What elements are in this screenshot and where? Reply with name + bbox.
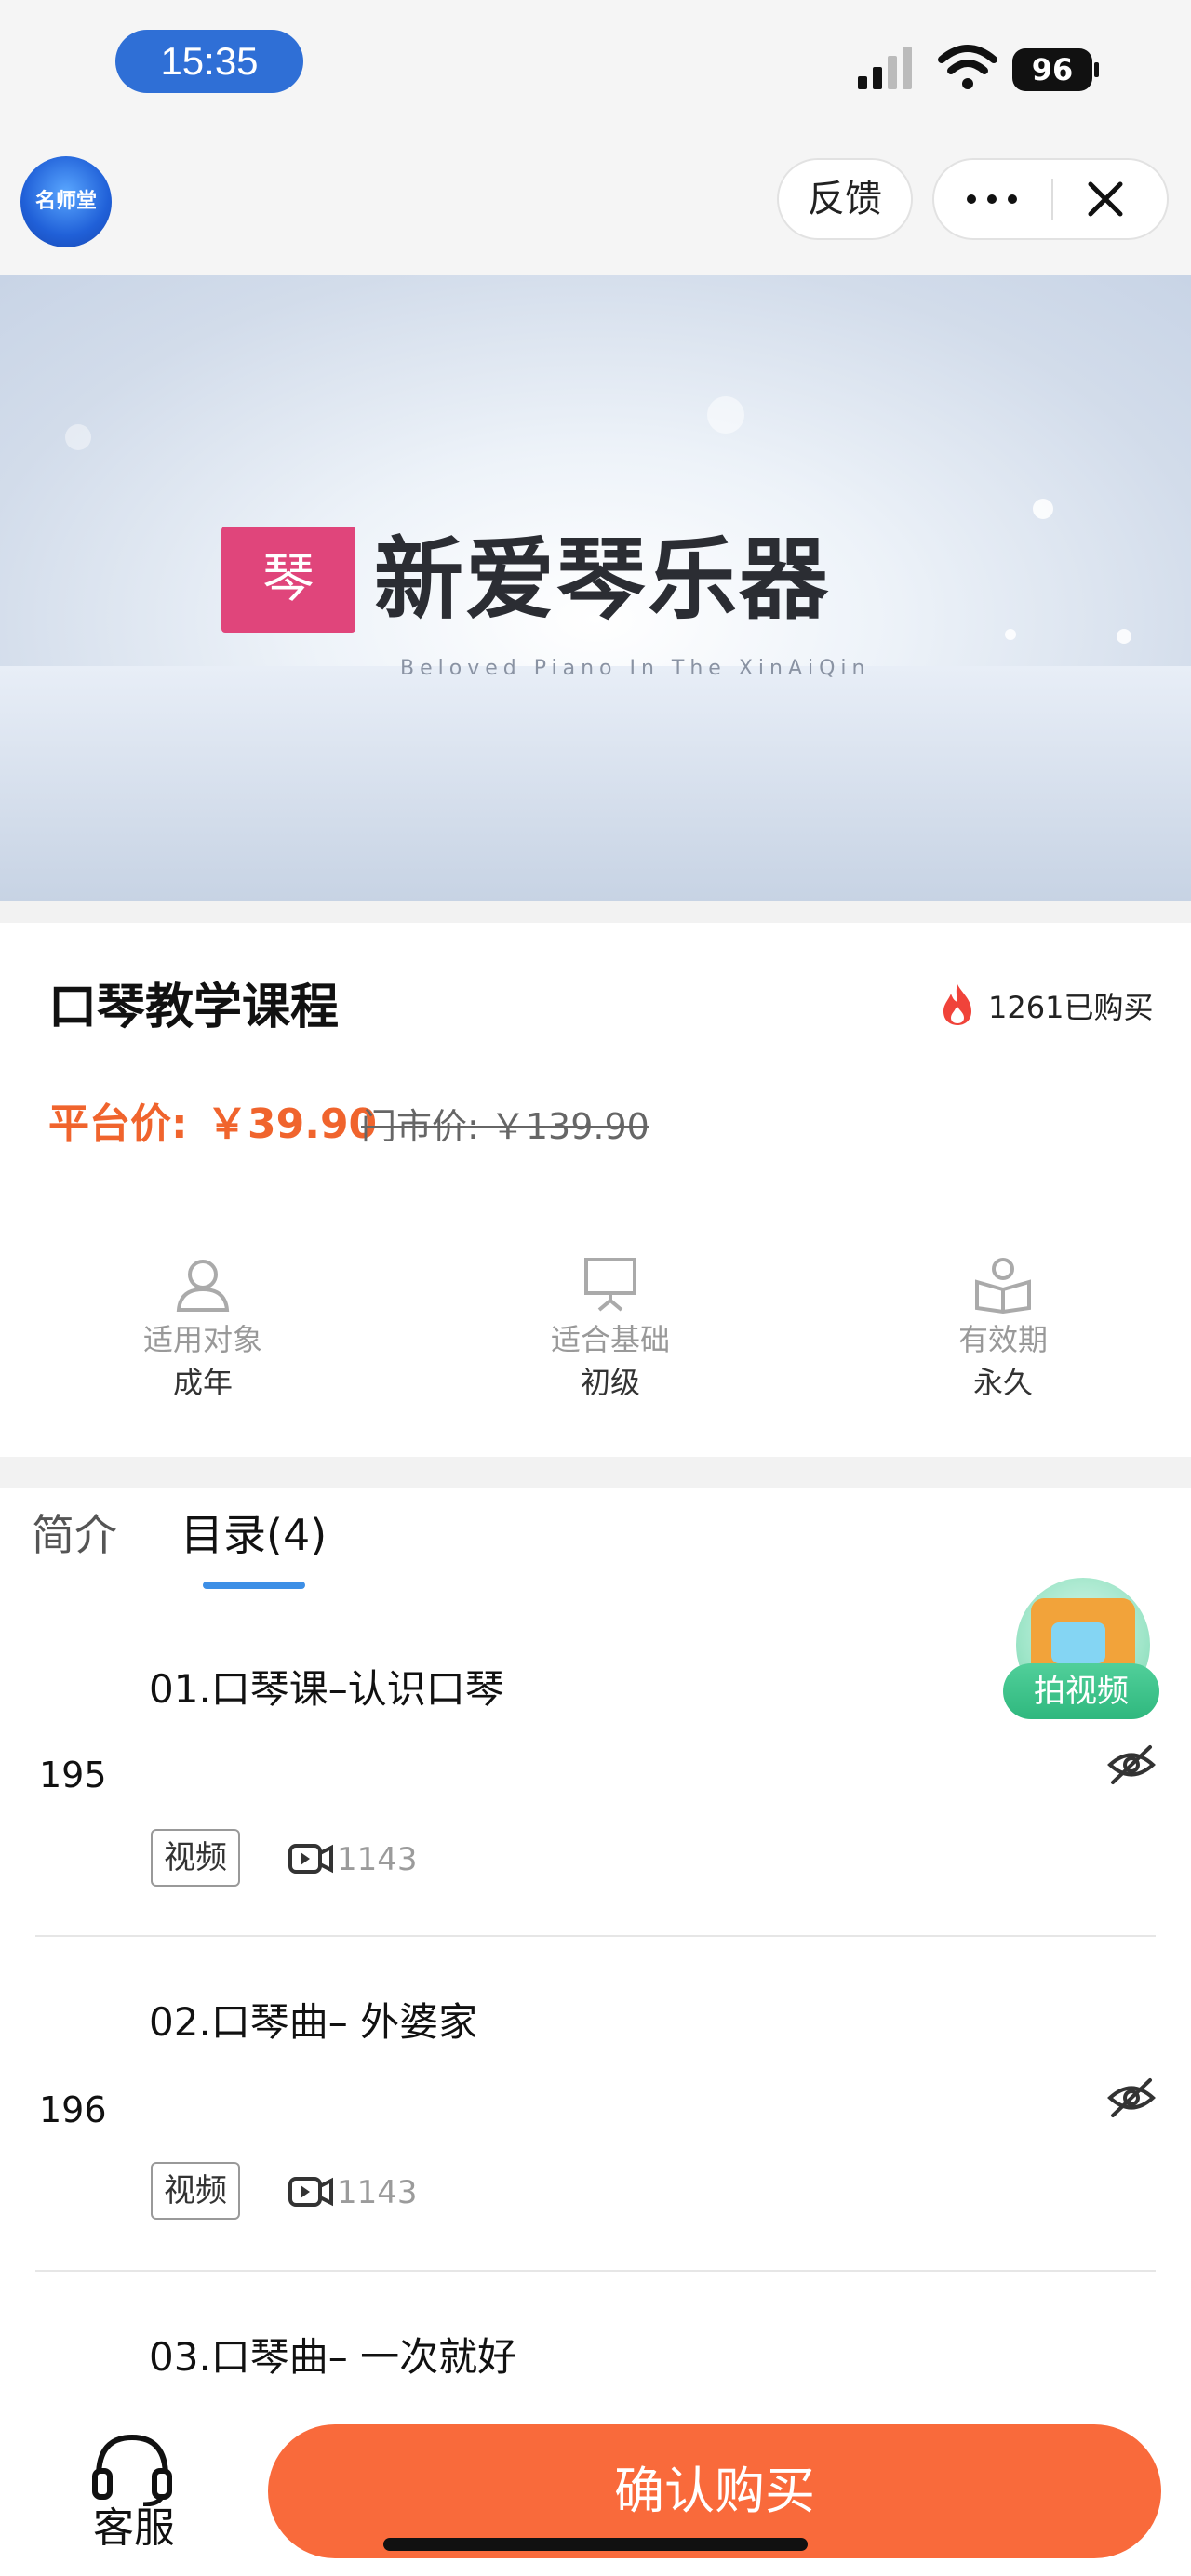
info-level: 适合基础 初级 bbox=[471, 1254, 750, 1405]
sparkle bbox=[1117, 629, 1131, 644]
lesson-number: 196 bbox=[39, 2089, 107, 2130]
lesson-divider bbox=[35, 1935, 1156, 1937]
more-icon[interactable] bbox=[962, 184, 1022, 214]
video-count: 1143 bbox=[337, 2174, 418, 2211]
section-separator bbox=[0, 1457, 1191, 1488]
info-label: 有效期 bbox=[957, 1322, 1048, 1357]
course-title: 口琴教学课程 bbox=[48, 980, 340, 1035]
info-validity: 有效期 永久 bbox=[863, 1254, 1143, 1405]
banner-subtitle: Beloved Piano In The XinAiQin bbox=[400, 657, 871, 680]
info-value: 初级 bbox=[580, 1365, 640, 1400]
banner-brand-logo: 琴 bbox=[221, 527, 355, 633]
wifi-icon bbox=[938, 45, 997, 89]
banner-floor bbox=[0, 666, 1191, 901]
eye-off-icon[interactable] bbox=[1107, 1743, 1156, 1786]
sparkle bbox=[65, 424, 91, 450]
sparkle bbox=[707, 396, 744, 434]
feedback-button[interactable]: 反馈 bbox=[777, 158, 913, 240]
eye-off-icon[interactable] bbox=[1107, 2076, 1156, 2119]
info-value: 成年 bbox=[172, 1365, 233, 1400]
capsule-menu bbox=[932, 158, 1169, 240]
banner-title: 新爱琴乐器 bbox=[374, 527, 830, 632]
lesson-type-tag: 视频 bbox=[151, 2162, 240, 2220]
battery-indicator: 96 bbox=[1012, 48, 1100, 91]
lesson-divider bbox=[35, 2270, 1156, 2272]
info-label: 适用对象 bbox=[142, 1322, 262, 1357]
tab-catalog[interactable]: 目录(4) bbox=[181, 1500, 327, 1570]
section-separator bbox=[0, 901, 1191, 923]
info-label: 适合基础 bbox=[550, 1322, 670, 1357]
lesson-title[interactable]: 01.口琴课–认识口琴 bbox=[149, 1662, 504, 1717]
capsule-divider bbox=[1051, 179, 1053, 220]
video-count: 1143 bbox=[337, 1841, 418, 1878]
battery-level: 96 bbox=[1012, 48, 1092, 91]
lesson-title[interactable]: 02.口琴曲– 外婆家 bbox=[149, 1995, 477, 2050]
person-icon bbox=[176, 1260, 230, 1312]
video-count-icon bbox=[288, 2177, 333, 2207]
home-indicator bbox=[383, 2538, 808, 2551]
lesson-title[interactable]: 03.口琴曲– 一次就好 bbox=[149, 2329, 516, 2385]
battery-cap bbox=[1094, 62, 1099, 77]
status-time: 15:35 bbox=[115, 30, 303, 93]
tab-intro[interactable]: 简介 bbox=[32, 1500, 117, 1570]
course-banner[interactable]: 琴 新爱琴乐器 Beloved Piano In The XinAiQin bbox=[0, 275, 1191, 901]
sparkle bbox=[1033, 499, 1053, 519]
price-value: ￥39.90 bbox=[207, 1101, 378, 1148]
video-count-icon bbox=[288, 1844, 333, 1874]
cellular-signal-icon bbox=[858, 47, 912, 89]
easel-icon bbox=[584, 1258, 636, 1312]
headset-icon[interactable] bbox=[89, 2432, 175, 2506]
play-icon bbox=[1051, 1622, 1105, 1663]
lesson-number: 195 bbox=[39, 1755, 107, 1795]
fire-icon bbox=[943, 984, 971, 1025]
price-label: 平台价: bbox=[48, 1101, 188, 1148]
shoot-video-button[interactable]: 拍视频 bbox=[1003, 1578, 1159, 1730]
active-tab-indicator bbox=[203, 1582, 305, 1589]
info-value: 永久 bbox=[972, 1365, 1033, 1400]
purchase-count: 1261已购买 bbox=[988, 990, 1154, 1025]
market-price: 门市价: ￥139.90 bbox=[361, 1106, 649, 1147]
customer-service-label[interactable]: 客服 bbox=[93, 2503, 175, 2555]
shoot-video-label: 拍视频 bbox=[1003, 1663, 1159, 1719]
sparkle bbox=[1005, 629, 1016, 640]
lesson-type-tag: 视频 bbox=[151, 1829, 240, 1887]
app-logo[interactable]: 名师堂 bbox=[20, 156, 112, 247]
close-icon[interactable] bbox=[1083, 177, 1128, 221]
book-icon bbox=[975, 1258, 1031, 1315]
info-target-audience: 适用对象 成年 bbox=[63, 1254, 342, 1405]
